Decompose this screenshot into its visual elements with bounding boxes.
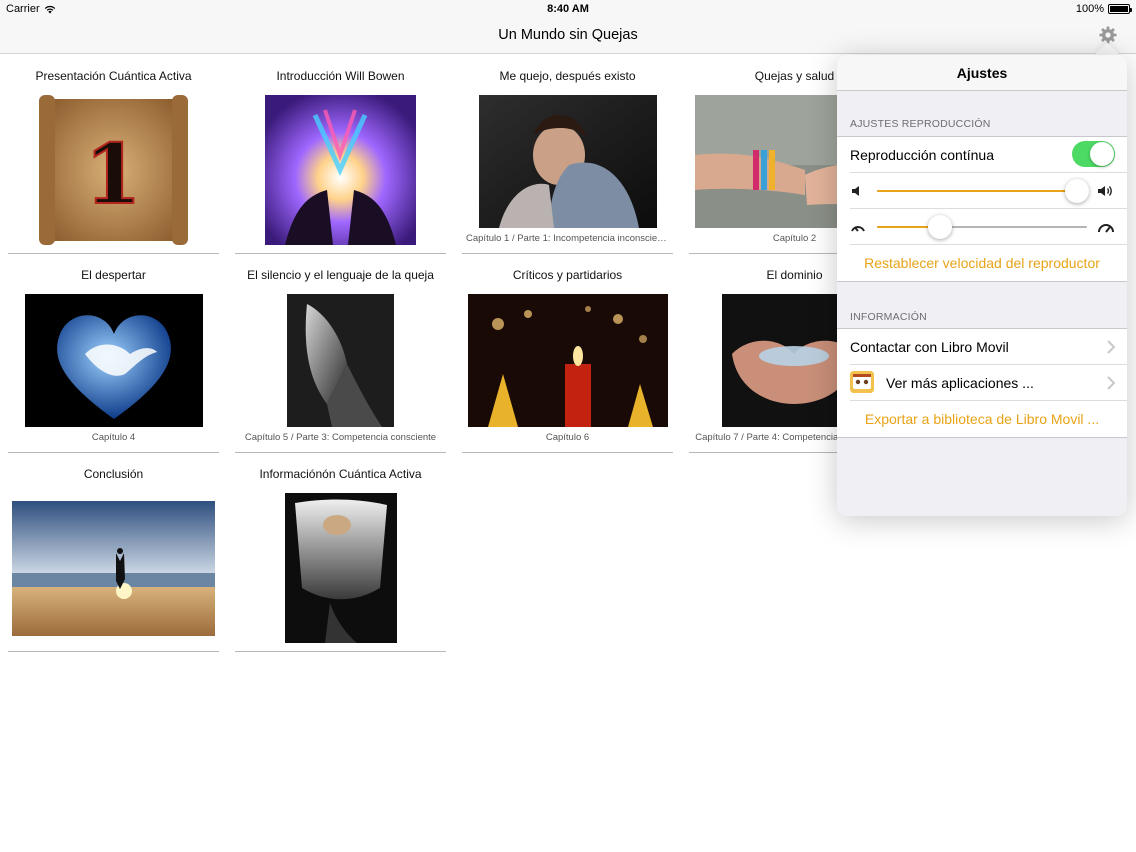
toggle-knob [1090, 142, 1114, 166]
chapter-thumbnail [12, 501, 215, 636]
chapter-title: El silencio y el lenguaje de la queja [247, 268, 434, 282]
speed-slider[interactable] [877, 215, 1087, 239]
chapter-caption: Capítulo 4 [91, 432, 136, 443]
chapter-tile[interactable]: Críticos y partidarios Capítulo 6 [462, 254, 673, 453]
volume-high-icon [1098, 186, 1112, 196]
scroll-number-one-image: 1 [39, 95, 188, 245]
chapter-tile[interactable]: Informaciónón Cuántica Activa [235, 453, 446, 652]
section-header-info: INFORMACIÓN [850, 311, 927, 323]
praying-hands-image [287, 294, 394, 427]
settings-popover: Ajustes AJUSTES REPRODUCCIÓN Reproducció… [837, 55, 1127, 516]
volume-slider-fill [877, 190, 1077, 192]
app-screen: Carrier 8:40 AM 100% Un Mundo sin Quejas [0, 0, 1136, 852]
status-time: 8:40 AM [547, 3, 589, 15]
chapter-tile[interactable]: El silencio y el lenguaje de la queja Ca… [235, 254, 446, 453]
continuous-playback-label: Reproducción contínua [850, 147, 994, 163]
chapter-thumbnail: 1 [39, 95, 188, 245]
glowing-hands-image [265, 95, 416, 245]
chapter-thumbnail [287, 294, 394, 427]
battery-icon [1108, 4, 1132, 14]
volume-row [850, 173, 1127, 209]
chapter-title: Críticos y partidarios [512, 268, 623, 282]
battery-fill [1110, 6, 1128, 12]
continuous-playback-toggle[interactable] [1072, 141, 1115, 167]
chapter-title: Presentación Cuántica Activa [35, 69, 192, 83]
chapter-tile[interactable]: Conclusión [8, 453, 219, 652]
volume-slider-thumb[interactable] [1064, 179, 1089, 203]
volume-slider[interactable] [877, 179, 1089, 203]
playback-group: Reproducción contínua Restablecer veloci… [837, 136, 1127, 282]
contact-row[interactable]: Contactar con Libro Movil [850, 329, 1127, 365]
info-group: Contactar con Libro Movil Ver más aplica… [837, 328, 1127, 438]
popover-title: Ajustes [837, 55, 1127, 91]
candles-image [468, 294, 668, 427]
hands-token-image [285, 493, 397, 643]
chapter-caption: Capítulo 5 / Parte 3: Competencia consci… [244, 432, 437, 443]
chapter-thumbnail [25, 294, 203, 427]
chapter-caption: Capítulo 6 [545, 432, 590, 443]
gear-icon[interactable] [1098, 25, 1118, 45]
chapter-title: Conclusión [83, 467, 144, 481]
chapter-tile[interactable]: Introducción Will Bowen [235, 55, 446, 254]
chapter-thumbnail [468, 294, 668, 427]
chapter-title: Me quejo, después existo [499, 69, 636, 83]
svg-text:1: 1 [84, 127, 141, 223]
status-bar: Carrier 8:40 AM 100% [0, 0, 1136, 18]
chapter-title: Introducción Will Bowen [276, 69, 405, 83]
chapter-thumbnail [285, 493, 397, 643]
speed-fast-icon [1098, 224, 1114, 233]
more-apps-label: Ver más aplicaciones ... [886, 375, 1034, 391]
navigation-bar: Un Mundo sin Quejas [0, 18, 1136, 54]
couple-embrace-image [479, 95, 657, 228]
chapter-title: Informaciónón Cuántica Activa [259, 467, 422, 481]
chapter-tile[interactable]: El despertar Capítulo 4 [8, 254, 219, 453]
chapter-thumbnail [479, 95, 657, 228]
contact-label: Contactar con Libro Movil [850, 339, 1009, 355]
chapter-tile[interactable]: Me quejo, después existo Capítulo 1 / Pa… [462, 55, 673, 254]
page-title: Un Mundo sin Quejas [498, 27, 638, 43]
export-library-button[interactable]: Exportar a biblioteca de Libro Movil ... [837, 401, 1127, 437]
beach-sunset-image [12, 501, 215, 636]
chevron-right-icon [1107, 340, 1115, 354]
speed-row [850, 209, 1127, 245]
chapter-tile[interactable]: Presentación Cuántica Activa 1 [8, 55, 219, 254]
speed-slow-icon [851, 226, 865, 232]
continuous-playback-row: Reproducción contínua [850, 137, 1127, 173]
battery-percent: 100% [1075, 3, 1104, 15]
chapter-thumbnail [265, 95, 416, 245]
section-header-playback: AJUSTES REPRODUCCIÓN [850, 118, 991, 130]
app-logo-icon [850, 371, 874, 393]
volume-low-icon [852, 186, 859, 196]
chapter-title: El despertar [81, 268, 146, 282]
speed-slider-thumb[interactable] [928, 215, 952, 239]
chapter-caption: Capítulo 1 / Parte 1: Incompetencia inco… [466, 233, 669, 244]
status-right: 100% [1075, 3, 1132, 15]
reset-speed-button[interactable]: Restablecer velocidad del reproductor [837, 245, 1127, 281]
dove-heart-image [25, 294, 203, 427]
chevron-right-icon [1107, 376, 1115, 390]
more-apps-row[interactable]: Ver más aplicaciones ... [850, 365, 1127, 401]
